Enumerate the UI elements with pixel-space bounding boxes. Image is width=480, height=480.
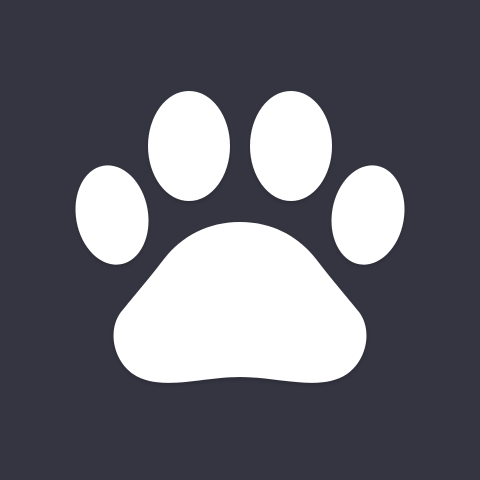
- paw-toe-pad-outer-right: [331, 165, 405, 265]
- paw-main-pad: [113, 222, 367, 383]
- paw-toe-pad-inner-right: [250, 91, 332, 201]
- paw-icon: [75, 91, 405, 383]
- paw-toe-pad-outer-left: [75, 165, 149, 265]
- app-icon-canvas: [0, 0, 480, 480]
- paw-toe-pad-inner-left: [148, 91, 230, 201]
